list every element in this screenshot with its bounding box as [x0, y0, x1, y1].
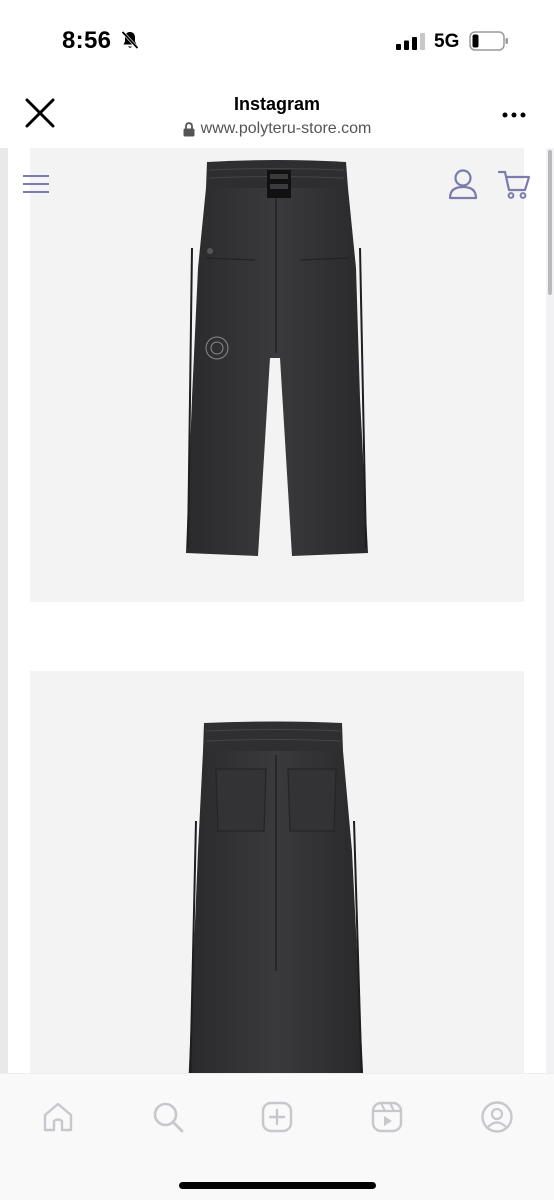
site-menu-icon[interactable]: [22, 173, 50, 195]
scrollbar-track: [546, 148, 554, 1073]
bell-off-icon: [121, 30, 139, 50]
url-text: www.polyteru-store.com: [200, 120, 372, 137]
account-icon[interactable]: [448, 168, 478, 200]
pants-front-image: [186, 160, 368, 556]
lock-icon: [183, 121, 195, 136]
reels-icon[interactable]: [370, 1100, 404, 1134]
create-icon[interactable]: [260, 1100, 294, 1134]
product-image-back[interactable]: [30, 671, 524, 1073]
pants-back-image: [188, 721, 364, 1073]
product-image-front[interactable]: [30, 148, 524, 602]
more-icon[interactable]: [501, 111, 527, 119]
in-app-browser-header: Instagram www.polyteru-store.com: [0, 84, 554, 148]
web-view[interactable]: [0, 148, 554, 1073]
browser-title: Instagram: [233, 94, 321, 114]
cart-icon[interactable]: [497, 168, 531, 200]
home-indicator[interactable]: [179, 1182, 376, 1189]
bottom-tab-bar: [0, 1073, 554, 1200]
page-left-edge: [0, 148, 8, 1073]
profile-icon[interactable]: [480, 1100, 514, 1134]
url-row: www.polyteru-store.com: [0, 120, 554, 138]
battery-icon: [469, 31, 508, 51]
status-time: 8:56: [62, 27, 112, 54]
network-label: 5G: [434, 31, 460, 52]
search-icon[interactable]: [151, 1100, 185, 1134]
signal-icon: [396, 33, 425, 50]
scrollbar-thumb[interactable]: [548, 150, 552, 295]
home-icon[interactable]: [41, 1100, 75, 1134]
status-bar: 8:56 5G: [0, 0, 554, 84]
